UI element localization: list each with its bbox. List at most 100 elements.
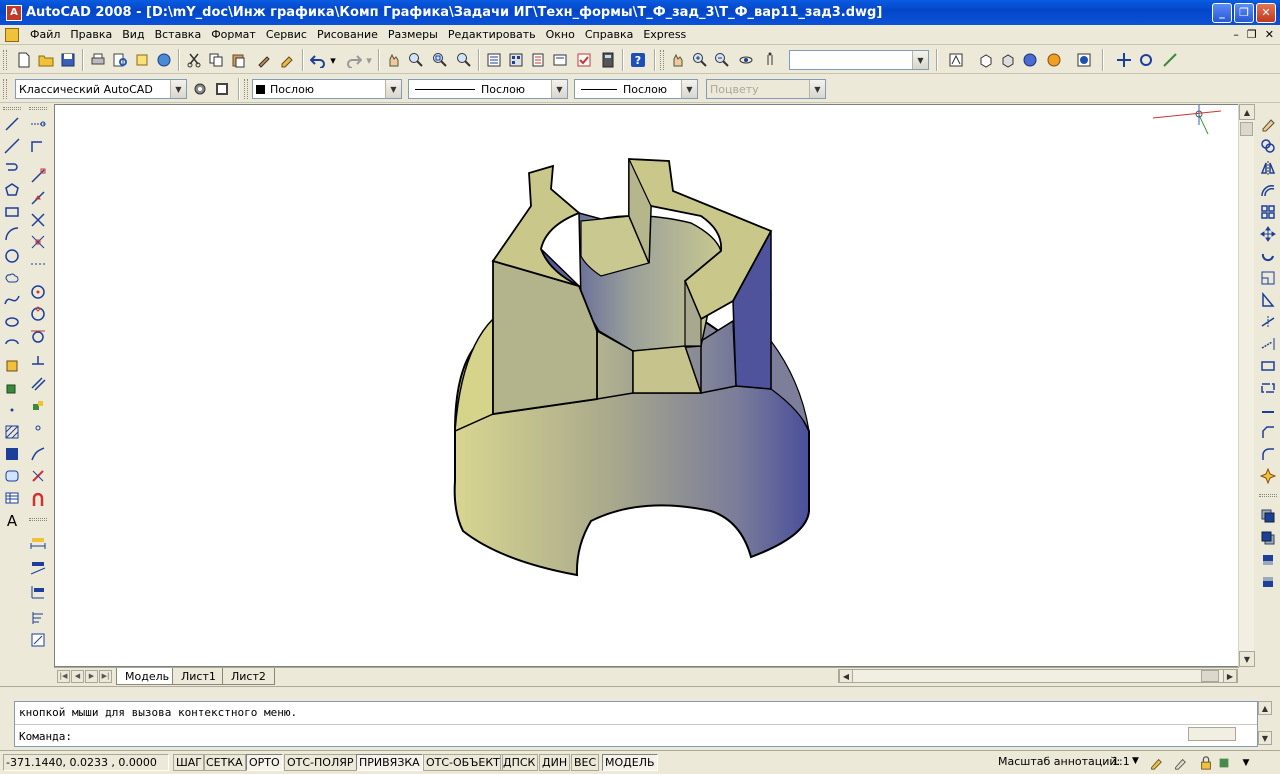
walk-icon[interactable] (760, 50, 780, 70)
vertical-scrollbar[interactable]: ▲ ▼ (1238, 104, 1255, 667)
chevron-down-icon[interactable]: ▼ (551, 80, 567, 98)
ellipse-arc-icon[interactable] (2, 334, 22, 354)
rotate-3d-icon[interactable] (1136, 50, 1156, 70)
markup-set-manager-icon[interactable] (574, 50, 594, 70)
break-icon[interactable] (1258, 378, 1278, 398)
menu-dimension[interactable]: Размеры (383, 25, 443, 45)
redo-dropdown-icon[interactable]: ▾ (364, 50, 374, 70)
toggle-snap[interactable]: ШАГ (173, 754, 205, 771)
annotation-visibility-icon[interactable] (1148, 755, 1164, 771)
move-icon[interactable] (1258, 224, 1278, 244)
copy-icon[interactable] (206, 50, 226, 70)
command-hscroll[interactable] (1188, 727, 1236, 741)
autocad-app-icon[interactable]: A (6, 4, 22, 21)
menu-tools[interactable]: Сервис (261, 25, 312, 45)
quickcalc-icon[interactable] (598, 50, 618, 70)
menu-format[interactable]: Формат (206, 25, 261, 45)
insert-block-icon[interactable] (2, 356, 22, 376)
sheet-set-manager-icon[interactable] (550, 50, 570, 70)
hatch-icon[interactable] (2, 422, 22, 442)
scroll-left-icon[interactable]: ◀ (839, 669, 853, 683)
orbit-icon[interactable] (736, 50, 756, 70)
region-icon[interactable] (2, 466, 22, 486)
doc-restore-icon[interactable]: ❐ (1247, 28, 1257, 41)
snap-endpoint-icon[interactable] (28, 166, 48, 186)
restore-button[interactable]: ❐ (1234, 3, 1254, 23)
toggle-ducs[interactable]: ДПСК (500, 754, 539, 771)
box-icon[interactable] (976, 50, 996, 70)
rotate-icon[interactable] (1258, 246, 1278, 266)
snap-center-icon[interactable] (28, 282, 48, 302)
toggle-osnap[interactable]: ПРИВЯЗКА (356, 754, 423, 771)
publish-icon[interactable] (132, 50, 152, 70)
save-icon[interactable] (58, 50, 78, 70)
first-tab-icon[interactable]: |◀ (57, 670, 70, 683)
zoom-window-icon[interactable] (430, 50, 450, 70)
doc-minimize-icon[interactable]: – (1233, 28, 1239, 41)
tool-palettes-icon[interactable] (528, 50, 548, 70)
menu-draw[interactable]: Рисование (312, 25, 383, 45)
status-tray-icon[interactable] (1216, 755, 1232, 771)
draw-order-front-icon[interactable] (1258, 506, 1278, 526)
draw-order-above-icon[interactable] (1258, 550, 1278, 570)
explode-icon[interactable] (1258, 466, 1278, 486)
join-icon[interactable] (1258, 400, 1278, 420)
make-block-icon[interactable] (2, 378, 22, 398)
copy-object-icon[interactable] (1258, 136, 1278, 156)
doc-close-icon[interactable]: ✕ (1265, 28, 1274, 41)
tab-layout2[interactable]: Лист2 (222, 668, 275, 685)
snap-nearest-icon[interactable] (28, 444, 48, 464)
help-icon[interactable]: ? (628, 50, 648, 70)
point-icon[interactable] (2, 400, 22, 420)
paste-icon[interactable] (228, 50, 248, 70)
solid-model-3d[interactable] (55, 105, 1239, 667)
cursor-coordinates[interactable]: -371.1440, 0.0233 , 0.0000 (3, 754, 169, 771)
toggle-ortho[interactable]: ОРТО (246, 754, 283, 771)
match-properties-icon[interactable] (254, 50, 274, 70)
menu-express[interactable]: Express (638, 25, 691, 45)
toolbar-grip[interactable] (29, 518, 47, 521)
draw-order-back-icon[interactable] (1258, 528, 1278, 548)
workspace-settings-icon[interactable] (190, 79, 210, 99)
lock-icon[interactable] (1198, 755, 1214, 771)
temp-track-point-icon[interactable] (28, 114, 48, 134)
snap-node-icon[interactable] (28, 418, 48, 438)
annotation-scale-value[interactable]: 1:1 (1112, 755, 1130, 768)
menu-edit[interactable]: Правка (65, 25, 117, 45)
snap-from-icon[interactable] (28, 136, 48, 156)
command-scroll-down-icon[interactable]: ▼ (1258, 731, 1272, 745)
linetype-combo[interactable]: Послою ▼ (408, 79, 568, 99)
menu-insert[interactable]: Вставка (150, 25, 207, 45)
named-views-combo[interactable]: ▼ (789, 50, 929, 70)
etransmit-icon[interactable] (154, 50, 174, 70)
toggle-model[interactable]: МОДЕЛЬ (602, 754, 658, 771)
polygon-icon[interactable] (2, 180, 22, 200)
ordinate-dimension-icon[interactable] (28, 582, 48, 602)
auto-scale-icon[interactable] (1172, 755, 1188, 771)
menu-window[interactable]: Окно (541, 25, 580, 45)
cut-icon[interactable] (184, 50, 204, 70)
model-space-canvas[interactable] (54, 104, 1239, 667)
chevron-down-icon[interactable]: ▼ (385, 80, 401, 98)
next-tab-icon[interactable]: ▶ (85, 670, 98, 683)
toggle-dyn[interactable]: ДИН (539, 754, 571, 771)
open-folder-icon[interactable] (36, 50, 56, 70)
move-3d-icon[interactable] (1114, 50, 1134, 70)
table-icon[interactable] (2, 488, 22, 508)
extend-icon[interactable] (1258, 334, 1278, 354)
chevron-down-icon[interactable]: ▼ (912, 51, 928, 69)
chamfer-icon[interactable] (1258, 422, 1278, 442)
zoom-in-icon[interactable] (690, 50, 710, 70)
snap-none-icon[interactable] (28, 466, 48, 486)
prev-tab-icon[interactable]: ◀ (71, 670, 84, 683)
block-editor-icon[interactable] (278, 50, 298, 70)
undo-icon[interactable] (308, 50, 328, 70)
arc-icon[interactable] (2, 224, 22, 244)
command-line[interactable]: кнопкой мыши для вызова контекстного мен… (14, 701, 1258, 747)
redo-icon[interactable] (344, 50, 364, 70)
fillet-icon[interactable] (1258, 444, 1278, 464)
plot-preview-icon[interactable] (110, 50, 130, 70)
snap-midpoint-icon[interactable] (28, 188, 48, 208)
osnap-settings-icon[interactable] (28, 490, 48, 510)
properties-icon[interactable] (484, 50, 504, 70)
